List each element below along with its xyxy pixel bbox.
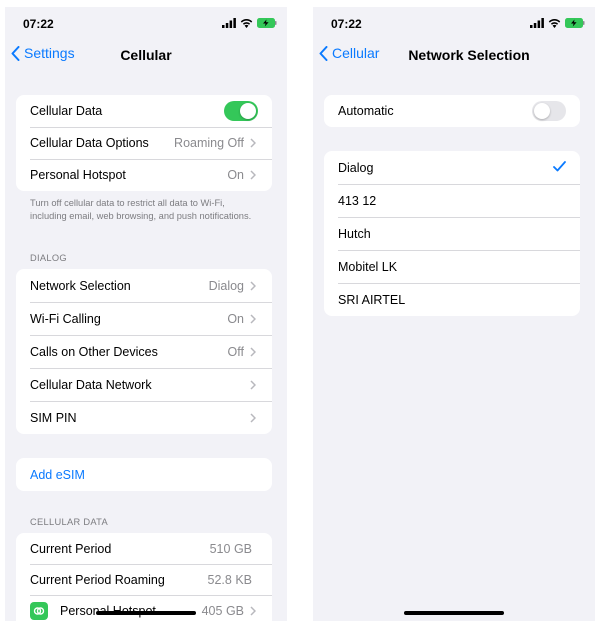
signal-icon <box>530 18 544 28</box>
back-label: Settings <box>24 45 75 61</box>
status-icons <box>222 17 277 29</box>
network-item-sri-airtel[interactable]: SRI AIRTEL <box>324 283 580 316</box>
chevron-right-icon <box>250 170 258 180</box>
battery-charging-icon <box>257 18 277 28</box>
network-selection-label: Network Selection <box>30 278 131 293</box>
cellular-data-toggle[interactable] <box>224 101 258 121</box>
current-period-value: 510 GB <box>209 541 252 556</box>
network-name: SRI AIRTEL <box>338 292 406 307</box>
add-esim-button[interactable]: Add eSIM <box>16 458 272 491</box>
current-period-roaming-label: Current Period Roaming <box>30 572 165 587</box>
network-item-mobitel[interactable]: Mobitel LK <box>324 250 580 283</box>
nav-bar: Settings Cellular <box>5 45 287 67</box>
personal-hotspot-row[interactable]: Personal Hotspot On <box>16 159 272 191</box>
network-item-dialog[interactable]: Dialog <box>324 151 580 184</box>
network-selection-value: Dialog <box>208 278 244 293</box>
network-name: 413 12 <box>338 193 377 208</box>
battery-charging-icon <box>565 18 585 28</box>
back-label: Cellular <box>332 45 380 61</box>
cellular-data-row: Cellular Data <box>16 95 272 127</box>
network-name: Hutch <box>338 226 371 241</box>
usage-personal-hotspot-row[interactable]: Personal Hotspot 405 GB <box>16 595 272 621</box>
current-period-label: Current Period <box>30 541 112 556</box>
status-bar: 07:22 <box>313 7 595 37</box>
cellular-main-group: Cellular Data Cellular Data Options Roam… <box>16 95 272 191</box>
esim-group: Add eSIM <box>16 458 272 491</box>
current-period-roaming-value: 52.8 KB <box>207 572 252 587</box>
usage-personal-hotspot-value: 405 GB <box>201 603 244 618</box>
back-button-settings[interactable]: Settings <box>11 45 75 61</box>
chevron-right-icon <box>250 280 258 291</box>
network-item-413-12[interactable]: 413 12 <box>324 184 580 217</box>
chevron-right-icon <box>250 605 258 616</box>
calls-other-devices-label: Calls on Other Devices <box>30 344 158 359</box>
personal-hotspot-label: Personal Hotspot <box>30 168 126 182</box>
wifi-calling-label: Wi-Fi Calling <box>30 311 101 326</box>
personal-hotspot-value: On <box>227 168 244 182</box>
cellular-settings-screen: 07:22 Settings Cellular Cellular Data Ce… <box>5 7 287 621</box>
dialog-section-header: DIALOG <box>30 253 67 263</box>
usage-group: Current Period 510 GB Current Period Roa… <box>16 533 272 621</box>
cellular-data-options-row[interactable]: Cellular Data Options Roaming Off <box>16 127 272 159</box>
wifi-icon <box>240 19 253 28</box>
status-time: 07:22 <box>331 17 362 31</box>
chevron-right-icon <box>250 138 258 148</box>
cellular-data-label: Cellular Data <box>30 104 103 118</box>
toggle-knob <box>240 103 256 119</box>
chevron-left-icon <box>11 45 20 61</box>
status-icons <box>530 17 585 29</box>
dialog-group: Network Selection Dialog Wi-Fi Calling O… <box>16 269 272 434</box>
current-period-roaming-row: Current Period Roaming 52.8 KB <box>16 564 272 595</box>
wifi-calling-row[interactable]: Wi-Fi Calling On <box>16 302 272 335</box>
calls-other-devices-row[interactable]: Calls on Other Devices Off <box>16 335 272 368</box>
chevron-right-icon <box>250 412 258 423</box>
chevron-left-icon <box>319 45 328 61</box>
wifi-calling-value: On <box>227 311 244 326</box>
chevron-right-icon <box>250 379 258 390</box>
network-name: Dialog <box>338 160 374 175</box>
chevron-right-icon <box>250 313 258 324</box>
current-period-row: Current Period 510 GB <box>16 533 272 564</box>
automatic-group: Automatic <box>324 95 580 127</box>
nav-bar: Cellular Network Selection <box>313 45 595 67</box>
cellular-data-options-value: Roaming Off <box>174 136 244 150</box>
back-button-cellular[interactable]: Cellular <box>319 45 379 61</box>
network-list: Dialog 413 12 Hutch Mobitel LK SRI AIRTE… <box>324 151 580 316</box>
hotspot-icon <box>30 601 48 620</box>
status-time: 07:22 <box>23 17 54 31</box>
automatic-label: Automatic <box>338 104 394 118</box>
network-item-hutch[interactable]: Hutch <box>324 217 580 250</box>
sim-pin-row[interactable]: SIM PIN <box>16 401 272 434</box>
cellular-data-footnote: Turn off cellular data to restrict all d… <box>30 198 252 221</box>
network-name: Mobitel LK <box>338 259 398 274</box>
cellular-data-network-label: Cellular Data Network <box>30 377 152 392</box>
status-bar: 07:22 <box>5 7 287 37</box>
wifi-icon <box>548 19 561 28</box>
automatic-row: Automatic <box>324 95 580 127</box>
calls-other-devices-value: Off <box>227 344 244 359</box>
network-selection-screen: 07:22 Cellular Network Selection Automat… <box>313 7 595 621</box>
cellular-data-section-header: CELLULAR DATA <box>30 517 108 527</box>
sim-pin-label: SIM PIN <box>30 410 77 425</box>
automatic-toggle[interactable] <box>532 101 566 121</box>
signal-icon <box>222 18 236 28</box>
cellular-data-options-label: Cellular Data Options <box>30 136 149 150</box>
chevron-right-icon <box>250 346 258 357</box>
toggle-knob <box>534 103 550 119</box>
network-selection-row[interactable]: Network Selection Dialog <box>16 269 272 302</box>
checkmark-icon <box>553 160 566 175</box>
cellular-data-network-row[interactable]: Cellular Data Network <box>16 368 272 401</box>
home-indicator[interactable] <box>96 611 196 615</box>
home-indicator[interactable] <box>404 611 504 615</box>
